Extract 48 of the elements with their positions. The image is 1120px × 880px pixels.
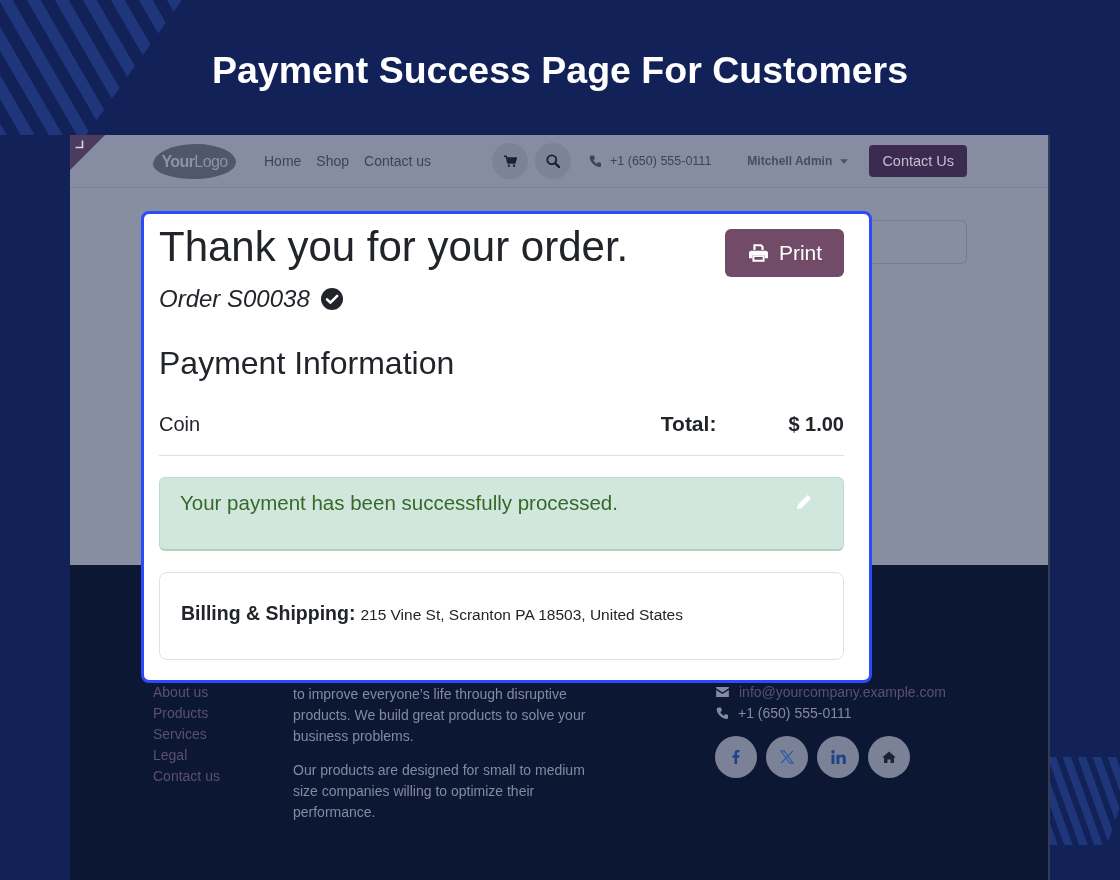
- social-button[interactable]: [817, 736, 859, 778]
- total-amount: $ 1.00: [788, 412, 844, 437]
- cart-button[interactable]: [492, 143, 528, 179]
- email-link[interactable]: info@yourcompany.example.com: [739, 684, 946, 700]
- pencil-icon: [797, 495, 811, 509]
- linkedin-icon: [830, 750, 846, 764]
- payment-method: Coin: [159, 412, 201, 437]
- cart-icon: [503, 155, 517, 167]
- facebook-icon: [732, 750, 740, 764]
- caret-icon: [840, 158, 849, 164]
- check-circle-icon: [320, 288, 343, 310]
- print-button[interactable]: Print: [725, 229, 844, 277]
- phone-icon: [716, 707, 728, 719]
- contact-button[interactable]: Contact Us: [869, 145, 968, 177]
- page-title: Payment Success Page For Customers: [211, 48, 909, 92]
- social-button[interactable]: [868, 736, 910, 778]
- phone-number: +1 (650) 555-0111: [738, 705, 852, 721]
- total-label: Total:: [660, 411, 717, 437]
- printer-icon: [748, 244, 768, 262]
- input-field[interactable]: [873, 220, 967, 264]
- alert-message: Your payment has been successfully processed.: [180, 490, 618, 516]
- footer-link[interactable]: Services: [153, 726, 207, 742]
- site-logo[interactable]: YourLogo: [153, 143, 236, 179]
- house-icon: [882, 751, 896, 763]
- user-menu[interactable]: Mitchell Admin: [747, 153, 849, 169]
- phone-icon: [589, 155, 601, 167]
- nav-link[interactable]: Contact us: [364, 152, 431, 170]
- x-logo-icon: [780, 750, 794, 764]
- footer-link[interactable]: Contact us: [153, 768, 220, 784]
- footer-link[interactable]: Products: [153, 705, 209, 721]
- social-button[interactable]: [766, 736, 808, 778]
- envelope-icon: [716, 687, 729, 697]
- about-text: to improve everyone’s life through disruptive products. We build great products to solve your business problems.: [293, 685, 587, 746]
- dialog-heading: Thank you for your order.: [159, 223, 629, 271]
- section-heading: Payment Information: [159, 344, 455, 382]
- nav-link[interactable]: Home: [264, 152, 302, 170]
- billing-label: Billing & Shipping:: [181, 601, 356, 626]
- phone-number: +1 (650) 555-0111: [610, 153, 712, 169]
- nav-link[interactable]: Shop: [316, 152, 350, 170]
- search-button[interactable]: [535, 143, 571, 179]
- order-number: Order S00038: [159, 284, 310, 314]
- search-icon: [546, 154, 560, 168]
- corner-mark-icon: [70, 135, 105, 170]
- social-button[interactable]: [715, 736, 757, 778]
- billing-address: 215 Vine St, Scranton PA 18503, United States: [360, 605, 683, 625]
- footer-link[interactable]: About us: [153, 684, 209, 700]
- footer-link[interactable]: Legal: [153, 747, 188, 763]
- about-text: Our products are designed for small to medium size companies willing to optimize their performance.: [293, 761, 586, 822]
